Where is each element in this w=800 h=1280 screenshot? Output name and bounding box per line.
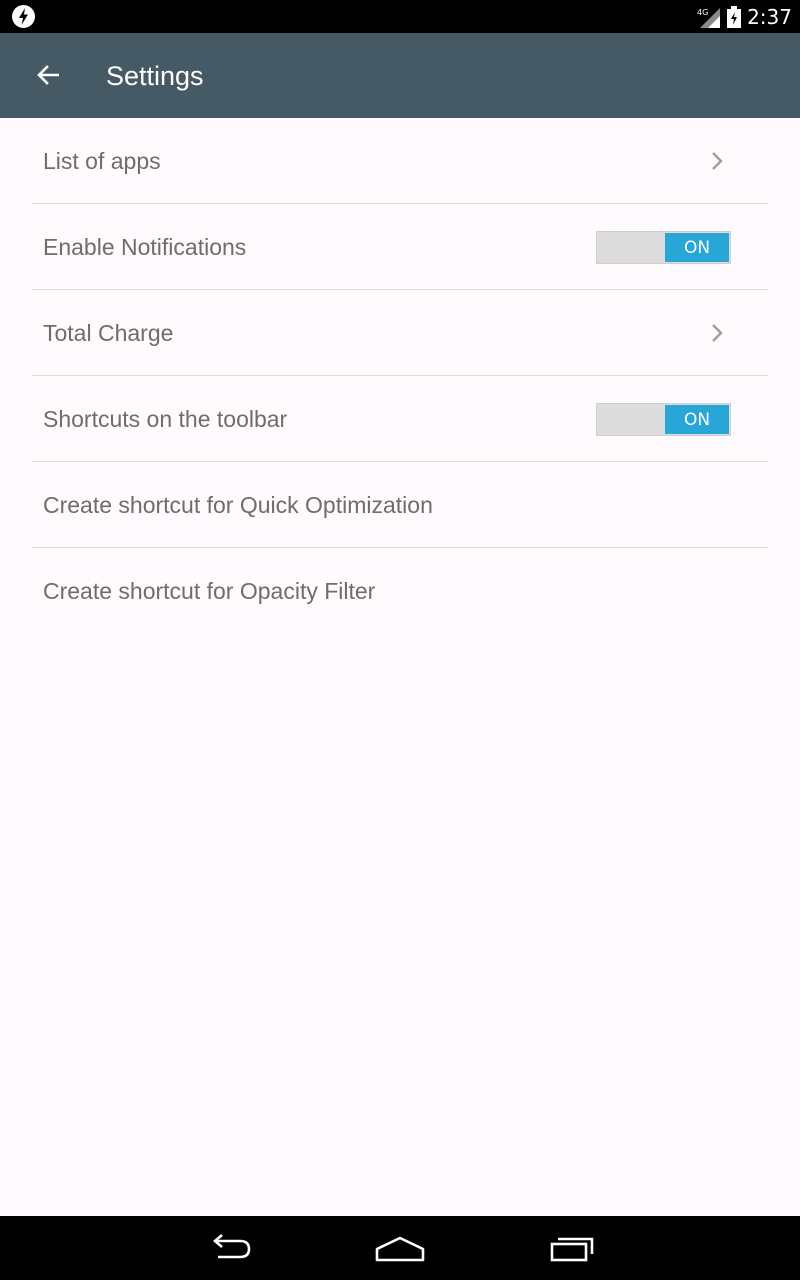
signal-icon: 4G [697,7,721,28]
nav-recents-button[interactable] [542,1230,602,1266]
page-title: Settings [106,61,204,91]
setting-label: Shortcuts on the toolbar [43,406,288,432]
toggle-on-label: ON [665,233,729,262]
nav-back-button[interactable] [200,1230,260,1266]
setting-label: List of apps [43,148,161,174]
setting-label: Create shortcut for Opacity Filter [43,578,376,604]
status-bar: 4G 2:37 [0,0,800,33]
setting-shortcut-opacity-filter[interactable]: Create shortcut for Opacity Filter [32,548,768,634]
toggle-on-label: ON [665,405,729,434]
svg-text:4G: 4G [697,8,708,17]
setting-label: Enable Notifications [43,234,247,260]
back-nav-icon [213,1234,251,1259]
shortcuts-toolbar-toggle[interactable]: ON [596,403,731,436]
notifications-toggle[interactable]: ON [596,231,731,264]
battery-icon [727,5,742,28]
setting-list-of-apps[interactable]: List of apps [32,118,768,204]
back-button[interactable] [26,55,70,95]
setting-total-charge[interactable]: Total Charge [32,290,768,376]
bolt-icon [12,5,35,28]
app-bar: Settings [0,33,800,118]
chevron-right-icon [712,152,723,170]
setting-shortcut-quick-optimization[interactable]: Create shortcut for Quick Optimization [32,462,768,548]
setting-shortcuts-toolbar[interactable]: Shortcuts on the toolbar ON [32,376,768,462]
home-nav-icon [375,1236,425,1262]
chevron-right-icon [712,324,723,342]
settings-list: List of apps Enable Notifications ON Tot… [32,118,768,634]
nav-home-button[interactable] [370,1230,430,1266]
setting-label: Total Charge [43,320,174,346]
setting-label: Create shortcut for Quick Optimization [43,492,433,518]
arrow-back-icon [37,65,59,85]
status-time: 2:37 [747,4,792,29]
setting-enable-notifications[interactable]: Enable Notifications ON [32,204,768,290]
status-icons: 4G 2:37 [697,0,792,33]
recents-nav-icon [550,1237,594,1262]
navigation-bar [0,1216,800,1280]
